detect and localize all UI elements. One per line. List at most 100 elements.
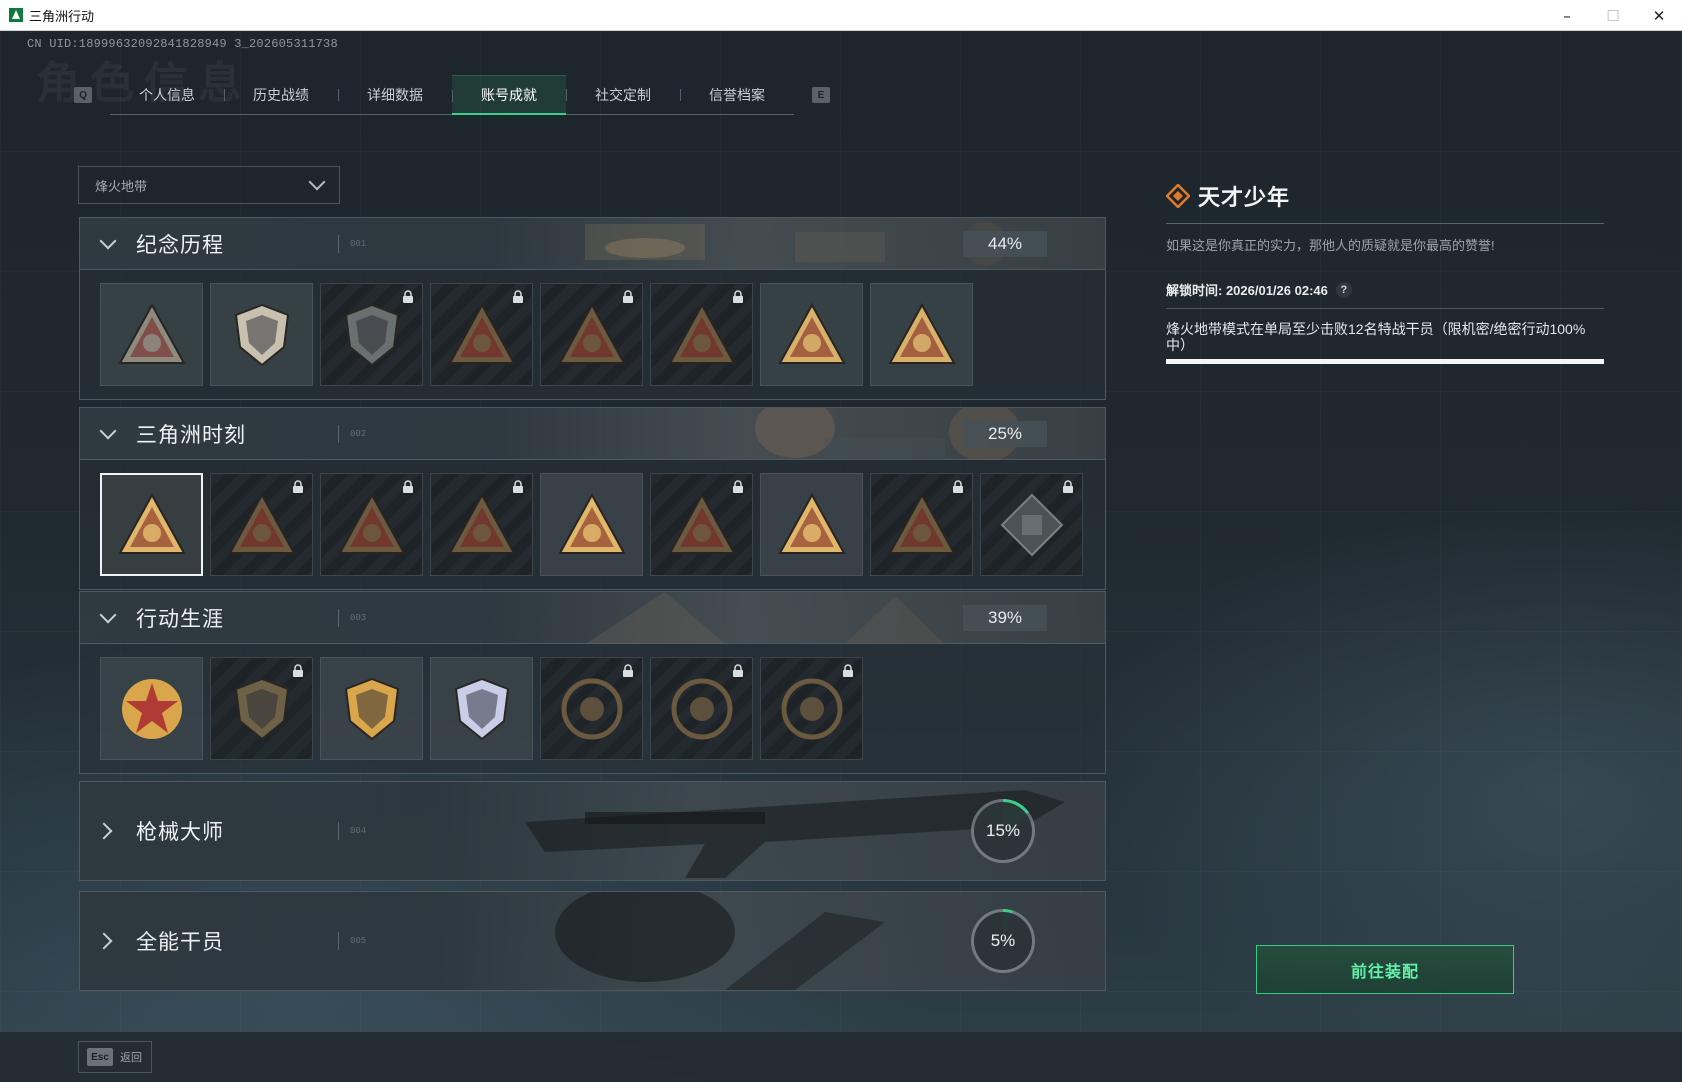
tab-list: 个人信息 历史战绩 详细数据 账号成就 社交定制 信誉档案 (110, 75, 794, 115)
app-logo-icon (9, 8, 23, 22)
triangle-rocket-emblem-icon (777, 492, 846, 554)
achievement-badge[interactable] (760, 473, 863, 576)
eye-ring-emblem-icon (781, 678, 842, 739)
lock-icon (513, 290, 523, 303)
progress-fill (1166, 359, 1604, 364)
chevron-right-icon (95, 932, 113, 950)
badge-row (80, 270, 1105, 399)
tab-detailed-data[interactable]: 详细数据 (338, 75, 452, 115)
achievement-badge[interactable] (540, 283, 643, 386)
tab-personal-info[interactable]: 个人信息 (110, 75, 224, 115)
achievement-badge[interactable] (540, 657, 643, 760)
next-tab-key-hint[interactable]: E (812, 87, 830, 103)
esc-key-hint: Esc (87, 1048, 113, 1066)
achievement-badge[interactable] (430, 283, 533, 386)
progress-ring-label: 5% (974, 912, 1032, 970)
achievement-badge[interactable] (320, 473, 423, 576)
lock-icon (843, 664, 853, 677)
achievement-badge[interactable] (980, 473, 1083, 576)
lock-icon (403, 480, 413, 493)
achievement-badge[interactable] (650, 283, 753, 386)
progress-ring: 15% (971, 799, 1035, 863)
section-title: 全能干员 (136, 931, 224, 954)
achievement-badge[interactable] (100, 473, 203, 576)
section-header[interactable]: 行动生涯 003 39% (80, 592, 1105, 644)
achievement-badge[interactable] (760, 283, 863, 386)
section-number: 004 (350, 826, 367, 836)
tab-match-history[interactable]: 历史战绩 (224, 75, 338, 115)
achievement-description: 如果这是你真正的实力，那他人的质疑就是你最高的赞誉! (1166, 238, 1495, 253)
badge-row (80, 644, 1105, 773)
star-medal-emblem-icon (121, 678, 182, 739)
gold-crest-emblem-icon (344, 677, 399, 740)
section-progress: 39% (963, 604, 1047, 631)
chevron-down-icon (99, 232, 117, 249)
triangle-mountain-emblem-icon (117, 302, 186, 364)
help-icon[interactable]: ? (1335, 281, 1352, 298)
progress-ring: 5% (971, 909, 1035, 973)
achievement-badge[interactable] (100, 657, 203, 760)
achievement-badge[interactable] (430, 473, 533, 576)
achievement-badge[interactable] (210, 473, 313, 576)
triangle-crossed-emblem-icon (667, 302, 736, 364)
divider (338, 424, 339, 443)
crosshair-skull-emblem-icon (671, 678, 732, 739)
detail-header: 天才少年 (1166, 179, 1604, 213)
game-viewport: 角色信息 CN UID:18999632092841828949 3_20260… (0, 31, 1682, 1082)
achievement-condition: 烽火地带模式在单局至少击败12名特战干员（限机密/绝密行动100%中） (1166, 321, 1586, 353)
section-header[interactable]: 枪械大师 004 15% (80, 782, 1105, 880)
window-titlebar: 三角洲行动 – ☐ ✕ (0, 0, 1682, 31)
tab-social-custom[interactable]: 社交定制 (566, 75, 680, 115)
achievement-badge[interactable] (650, 473, 753, 576)
divider (338, 932, 339, 950)
maximize-button[interactable]: ☐ (1590, 0, 1636, 31)
achievement-badge[interactable] (760, 657, 863, 760)
achievement-badge[interactable] (870, 283, 973, 386)
achievement-badge[interactable] (650, 657, 753, 760)
unlock-time-row: 解锁时间: 2026/01/26 02:46 ? (1166, 280, 1604, 299)
divider (1166, 223, 1604, 224)
triangle-squad-emblem-icon (557, 492, 626, 554)
minimize-button[interactable]: – (1544, 0, 1590, 31)
section-header[interactable]: 纪念历程 001 44% (80, 218, 1105, 270)
achievement-badge[interactable] (540, 473, 643, 576)
lock-icon (293, 480, 303, 493)
achievement-badge[interactable] (210, 283, 313, 386)
back-button[interactable]: Esc 返回 (78, 1041, 152, 1073)
go-to-loadout-button[interactable]: 前往装配 (1256, 945, 1514, 994)
divider (338, 608, 339, 627)
achievement-title: 天才少年 (1198, 185, 1291, 210)
close-button[interactable]: ✕ (1636, 0, 1682, 31)
section-header[interactable]: 三角洲时刻 002 25% (80, 408, 1105, 460)
section-title: 行动生涯 (136, 607, 224, 631)
achievement-badge[interactable] (870, 473, 973, 576)
achievement-badge[interactable] (320, 283, 423, 386)
lock-icon (733, 664, 743, 677)
triangle-dragon-emblem-icon (887, 492, 956, 554)
section-header[interactable]: 全能干员 005 5% (80, 892, 1105, 990)
tab-bar: Q 个人信息 历史战绩 详细数据 账号成就 社交定制 信誉档案 E (74, 75, 830, 115)
prev-tab-key-hint[interactable]: Q (74, 87, 92, 103)
lock-icon (403, 290, 413, 303)
achievement-badge[interactable] (100, 283, 203, 386)
section-memorial: 纪念历程 001 44% (79, 217, 1106, 400)
triangle-gear-emblem-icon (447, 492, 516, 554)
achievement-badge[interactable] (430, 657, 533, 760)
tab-account-achievements[interactable]: 账号成就 (452, 75, 566, 115)
tab-credit-record[interactable]: 信誉档案 (680, 75, 794, 115)
section-operation-career: 行动生涯 003 39% (79, 591, 1106, 774)
triangle-beast-emblem-icon (667, 492, 736, 554)
player-uid: CN UID:18999632092841828949 3_2026053117… (27, 37, 338, 51)
dark-shield-emblem-icon (234, 677, 289, 740)
window-title: 三角洲行动 (29, 8, 95, 24)
achievement-badge[interactable] (320, 657, 423, 760)
progress-ring-label: 15% (974, 802, 1032, 860)
section-weapon-master: 枪械大师 004 15% (79, 781, 1106, 881)
chevron-down-icon (99, 606, 117, 623)
helicopter-shield-emblem-icon (234, 303, 289, 366)
achievement-badge[interactable] (210, 657, 313, 760)
triangle-mask-emblem-icon (557, 302, 626, 364)
mode-dropdown[interactable]: 烽火地带 (78, 166, 340, 204)
ring-emblem-icon (561, 678, 622, 739)
divider (1166, 308, 1604, 309)
